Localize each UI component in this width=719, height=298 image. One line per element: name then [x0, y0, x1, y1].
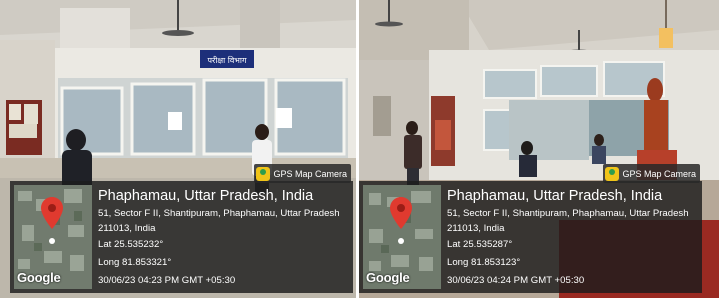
photo-right: GPS Map Camera Google Phaphamau, Uttar P… [359, 0, 719, 298]
address-line-2: 211013, India [98, 223, 156, 234]
place-title: Phaphamau, Uttar Pradesh, India [98, 188, 314, 204]
gps-map-camera-badge: GPS Map Camera [603, 164, 700, 183]
latitude: Lat 25.535287° [447, 239, 513, 250]
gps-map-camera-badge: GPS Map Camera [254, 164, 351, 183]
timestamp: 30/06/23 04:24 PM GMT +05:30 [447, 275, 585, 286]
map-thumbnail: Google [363, 185, 441, 289]
address-line-1: 51, Sector F II, Shantipuram, Phaphamau,… [98, 208, 340, 219]
address-line-2: 211013, India [447, 223, 505, 234]
gps-camera-icon [605, 166, 620, 181]
map-thumbnail: Google [14, 185, 92, 289]
google-logo: Google [17, 270, 61, 285]
gps-overlay-right: GPS Map Camera Google Phaphamau, Uttar P… [359, 164, 702, 293]
longitude: Long 81.853123° [447, 257, 521, 268]
location-pin-icon [390, 197, 412, 229]
location-info: Phaphamau, Uttar Pradesh, India 51, Sect… [98, 187, 340, 290]
address-line-1: 51, Sector F II, Shantipuram, Phaphamau,… [447, 208, 689, 219]
latitude: Lat 25.535232° [98, 239, 164, 250]
location-info: Phaphamau, Uttar Pradesh, India 51, Sect… [447, 187, 689, 290]
gps-camera-icon [256, 166, 271, 181]
gps-overlay-left: GPS Map Camera Google Phaphamau, Uttar P… [10, 164, 353, 293]
location-pin-icon [41, 197, 63, 229]
photo-left: परीक्षा विभाग GPS Map Camera Google Phap… [0, 0, 356, 298]
place-title: Phaphamau, Uttar Pradesh, India [447, 188, 663, 204]
badge-label: GPS Map Camera [273, 168, 347, 179]
longitude: Long 81.853321° [98, 257, 172, 268]
office-sign: परीक्षा विभाग [208, 55, 247, 65]
google-logo: Google [366, 270, 410, 285]
timestamp: 30/06/23 04:23 PM GMT +05:30 [98, 275, 236, 286]
badge-label: GPS Map Camera [622, 168, 696, 179]
